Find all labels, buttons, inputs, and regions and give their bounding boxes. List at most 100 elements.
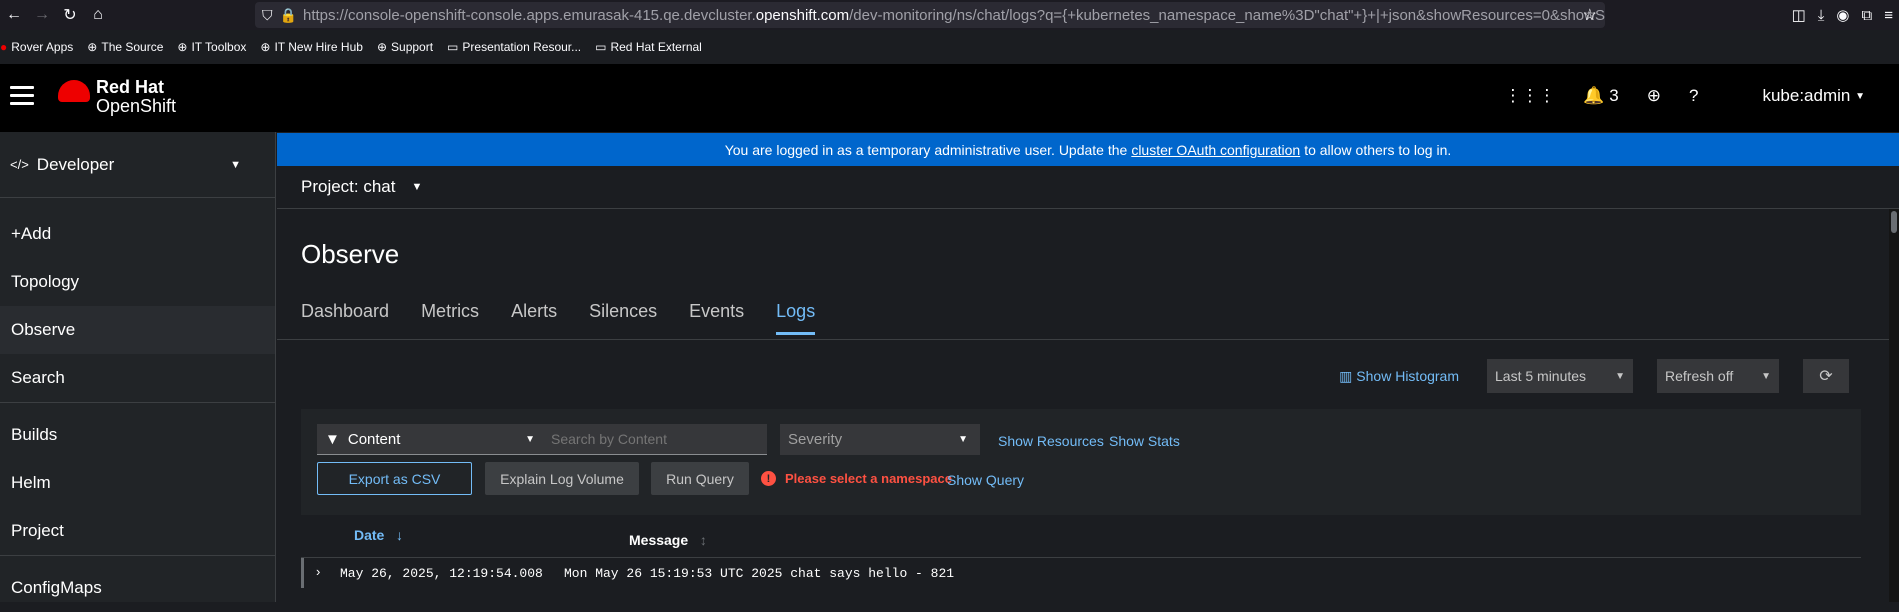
url-text: https://console-openshift-console.apps.e…	[302, 6, 1605, 24]
expand-row-icon[interactable]: ›	[316, 564, 320, 579]
tabs-divider	[277, 339, 1889, 340]
histogram-label: Show Histogram	[1356, 367, 1459, 384]
help-icon[interactable]: ?	[1689, 86, 1698, 106]
refresh-button[interactable]: ⟳	[1803, 359, 1849, 393]
project-selector[interactable]: Project: chat ▼	[277, 166, 1899, 209]
sidebar-item-topology[interactable]: Topology	[0, 258, 275, 306]
home-icon[interactable]: ⌂	[84, 1, 112, 29]
run-query-button[interactable]: Run Query	[651, 462, 749, 495]
tab-dashboard[interactable]: Dashboard	[301, 301, 389, 335]
caret-down-icon: ▼	[1615, 370, 1625, 382]
bookmark-item[interactable]: ⊕ IT New Hire Hub	[260, 40, 363, 54]
sidebar-item-helm[interactable]: Helm	[0, 459, 275, 507]
sidebar-item-project[interactable]: Project	[0, 507, 275, 555]
shield-icon[interactable]: ⛉	[261, 7, 274, 24]
bookmark-label: IT New Hire Hub	[274, 40, 363, 54]
time-range-value: Last 5 minutes	[1495, 368, 1587, 384]
attribute-dropdown[interactable]: ▼ Content ▼	[317, 431, 547, 448]
content-filter: ▼ Content ▼	[317, 424, 767, 455]
date-column-header[interactable]: Date ↓	[354, 527, 403, 543]
extensions-icon[interactable]: ⧉	[1862, 7, 1873, 24]
banner-text-end: to allow others to log in.	[1304, 141, 1452, 158]
forward-icon[interactable]: →	[28, 1, 56, 29]
tab-metrics[interactable]: Metrics	[421, 301, 479, 335]
menu-icon[interactable]: ≡	[1884, 7, 1893, 24]
bookmark-item[interactable]: ▭ Presentation Resour...	[447, 40, 581, 54]
search-input[interactable]	[547, 431, 767, 447]
oauth-config-link[interactable]: cluster OAuth configuration	[1131, 142, 1300, 158]
browser-tools: ◫ ⤓ ◉ ⧉ ≡	[1792, 0, 1893, 30]
sidebar-divider	[0, 555, 275, 556]
hamburger-menu-icon[interactable]	[10, 86, 34, 106]
time-range-dropdown[interactable]: Last 5 minutes ▼	[1487, 359, 1633, 393]
show-stats-link[interactable]: Show Stats	[1109, 433, 1180, 449]
globe-icon: ⊕	[87, 40, 98, 54]
redhat-icon: ●	[0, 40, 8, 54]
caret-down-icon: ▼	[525, 433, 535, 445]
bookmark-item[interactable]: ⊕ IT Toolbox	[177, 40, 246, 54]
message-column-header[interactable]: Message ↕	[629, 532, 707, 548]
caret-down-icon: ▼	[1855, 90, 1865, 102]
sidebar-item-builds[interactable]: Builds	[0, 411, 275, 459]
caret-down-icon: ▼	[230, 158, 241, 171]
account-icon[interactable]: ◉	[1836, 6, 1849, 24]
back-icon[interactable]: ←	[0, 1, 28, 29]
bookmark-item[interactable]: ▭ Red Hat External	[595, 40, 702, 54]
show-query-link[interactable]: Show Query	[947, 472, 1024, 488]
brand-top: Red Hat	[96, 77, 165, 97]
severity-dropdown[interactable]: Severity ▼	[780, 424, 980, 455]
severity-placeholder: Severity	[788, 431, 843, 448]
scrollbar-thumb[interactable]	[1891, 211, 1897, 233]
export-csv-button[interactable]: Export as CSV	[317, 462, 472, 495]
brand-bottom: OpenShift	[96, 96, 177, 116]
filter-icon: ▼	[325, 430, 340, 448]
reload-icon[interactable]: ↻	[56, 1, 84, 29]
bookmark-label: Support	[391, 40, 434, 54]
tab-events[interactable]: Events	[689, 301, 744, 335]
sidebar-item-add[interactable]: +Add	[0, 210, 275, 258]
table-row[interactable]: › May 26, 2025, 12:19:54.008 Mon May 26 …	[301, 558, 1861, 588]
caret-down-icon: ▼	[958, 434, 968, 445]
masthead: Red Hat OpenShift ⋮⋮⋮ 🔔 3 ⊕ ? kube:admin…	[0, 64, 1899, 132]
row-message: Mon May 26 15:19:53 UTC 2025 chat says h…	[564, 566, 955, 581]
project-label: Project: chat	[301, 177, 396, 196]
admin-banner: You are logged in as a temporary adminis…	[277, 133, 1899, 166]
globe-icon: ⊕	[376, 40, 388, 54]
page-scrollbar[interactable]	[1889, 209, 1899, 602]
masthead-tools: ⋮⋮⋮ 🔔 3 ⊕ ? kube:admin ▼	[1476, 86, 1865, 106]
user-menu[interactable]: kube:admin ▼	[1762, 86, 1865, 106]
lock-icon[interactable]: 🔒	[280, 7, 297, 24]
sidebar-item-observe[interactable]: Observe	[0, 306, 275, 354]
brand-logo[interactable]: Red Hat OpenShift	[58, 78, 176, 116]
refresh-dropdown[interactable]: Refresh off ▼	[1657, 359, 1779, 393]
date-header-label: Date	[354, 527, 385, 543]
add-icon[interactable]: ⊕	[1647, 86, 1661, 106]
tab-silences[interactable]: Silences	[589, 301, 657, 335]
notifications-button[interactable]: 🔔 3	[1583, 86, 1618, 106]
caret-down-icon: ▼	[1761, 370, 1771, 382]
perspective-switcher[interactable]: </> Developer ▼	[0, 132, 275, 198]
folder-icon: ▭	[447, 40, 459, 54]
tab-alerts[interactable]: Alerts	[511, 301, 557, 335]
bookmark-item[interactable]: ● Rover Apps	[0, 40, 73, 54]
pocket-icon[interactable]: ◫	[1792, 6, 1806, 24]
app-launcher-icon[interactable]: ⋮⋮⋮	[1504, 86, 1555, 106]
refresh-value: Refresh off	[1665, 368, 1734, 384]
bookmark-star-icon[interactable]: ☆	[1583, 5, 1597, 25]
download-icon[interactable]: ⤓	[1818, 7, 1825, 24]
show-resources-link[interactable]: Show Resources	[998, 433, 1104, 449]
sidebar-item-configmaps[interactable]: ConfigMaps	[0, 564, 275, 612]
show-histogram-button[interactable]: ▥ Show Histogram	[1339, 368, 1459, 385]
explain-log-volume-button[interactable]: Explain Log Volume	[485, 462, 639, 495]
attribute-value: Content	[347, 430, 401, 448]
sort-down-icon: ↓	[396, 527, 404, 543]
bookmark-item[interactable]: ⊕ The Source	[87, 40, 163, 54]
notifications-count: 3	[1609, 86, 1619, 105]
address-bar[interactable]: ⛉ 🔒 https://console-openshift-console.ap…	[255, 2, 1605, 28]
tab-logs[interactable]: Logs	[776, 301, 816, 335]
sidebar-item-search[interactable]: Search	[0, 354, 275, 402]
bookmark-item[interactable]: ⊕ Support	[377, 40, 433, 54]
sort-icon: ↕	[699, 532, 707, 548]
bookmark-label: Presentation Resour...	[462, 40, 582, 54]
browser-toolbar: ← → ↻ ⌂ ⛉ 🔒 https://console-openshift-co…	[0, 0, 1899, 30]
